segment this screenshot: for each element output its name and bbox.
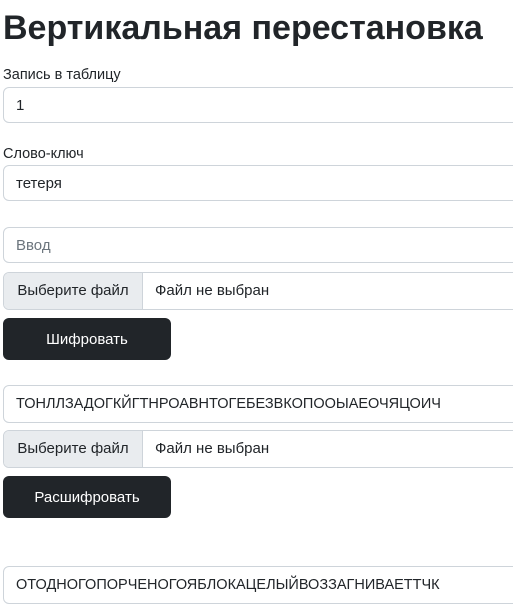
page-title: Вертикальная перестановка: [3, 9, 483, 47]
choose-file-button[interactable]: Выберите файл: [4, 273, 143, 309]
table-entry-label: Запись в таблицу: [3, 67, 121, 83]
decrypted-output[interactable]: ОТОДНОГОПОРЧЕНОГОЯБЛОКАЦЕЛЫЙВОЗЗАГНИВАЕТ…: [3, 566, 513, 604]
file-status: Файл не выбран: [155, 282, 270, 299]
keyword-label: Слово-ключ: [3, 146, 84, 162]
table-entry-input[interactable]: [3, 87, 513, 123]
file-input-decrypt[interactable]: Выберите файл Файл не выбран: [3, 430, 513, 468]
file-status: Файл не выбран: [155, 440, 270, 457]
file-input-encrypt[interactable]: Выберите файл Файл не выбран: [3, 272, 513, 310]
encrypted-output[interactable]: ТОНЛЛЗАДОГКЙГТНРОАВНТОГЕБЕЗВКОПООЫАЕОЧЯЦ…: [3, 385, 513, 423]
page: Вертикальная перестановка Запись в табли…: [0, 0, 513, 611]
choose-file-button[interactable]: Выберите файл: [4, 431, 143, 467]
text-input[interactable]: [3, 227, 513, 263]
decrypt-button[interactable]: Расшифровать: [3, 476, 171, 518]
keyword-input[interactable]: [3, 165, 513, 201]
encrypt-button[interactable]: Шифровать: [3, 318, 171, 360]
